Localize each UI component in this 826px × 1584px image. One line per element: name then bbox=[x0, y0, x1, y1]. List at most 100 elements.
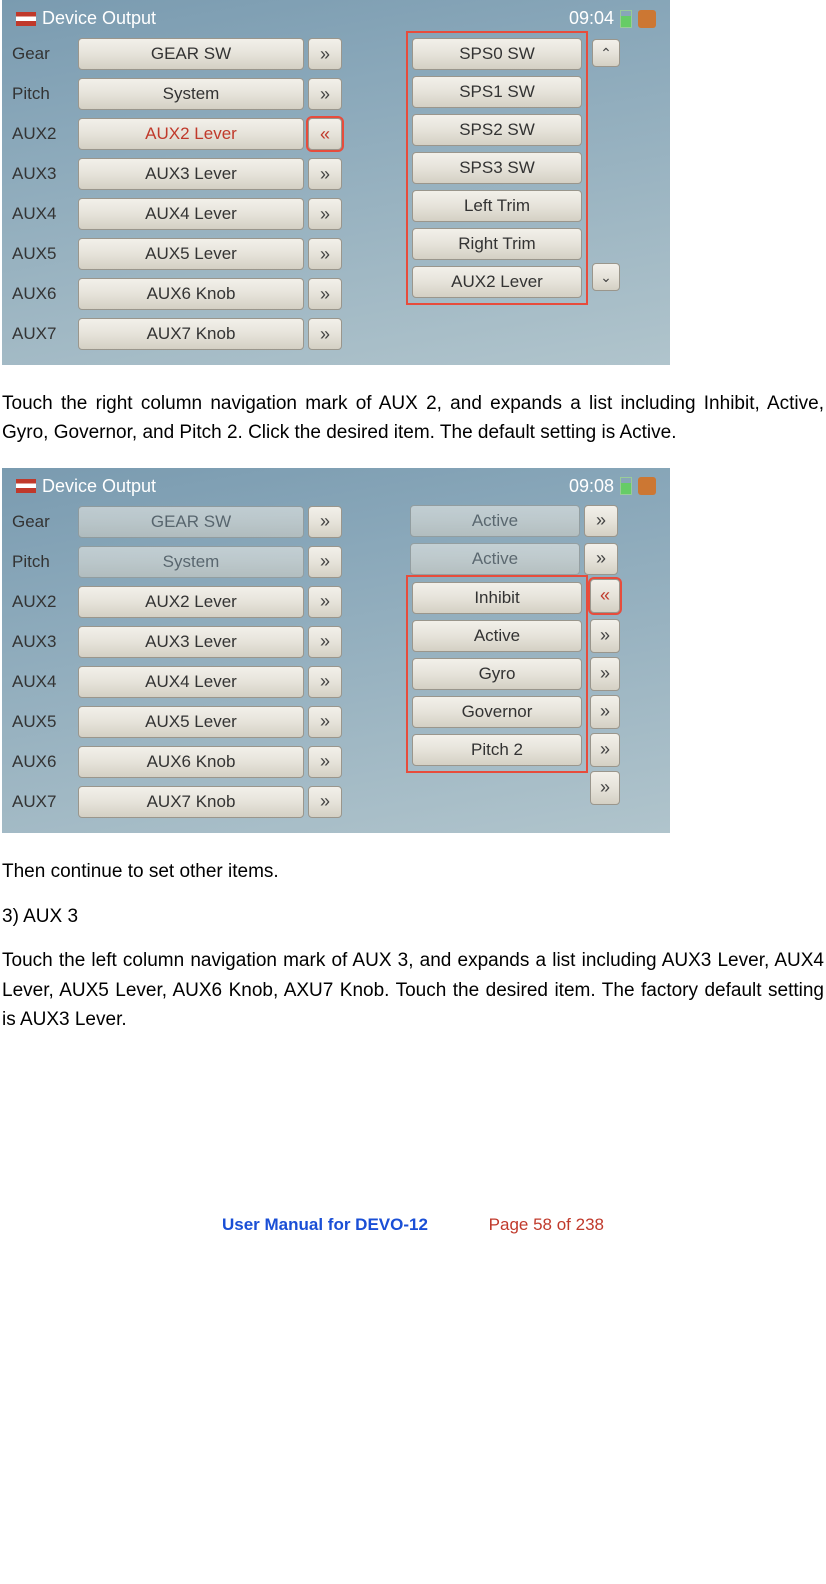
channel-button[interactable]: System bbox=[78, 78, 304, 110]
footer-page: Page 58 of 238 bbox=[489, 1215, 604, 1234]
nav-expand-icon[interactable]: » bbox=[590, 733, 620, 767]
nav-expand-icon[interactable]: » bbox=[308, 546, 342, 578]
nav-expand-icon[interactable]: » bbox=[308, 786, 342, 818]
channel-label: AUX5 bbox=[12, 244, 78, 264]
nav-expand-icon[interactable]: » bbox=[308, 626, 342, 658]
nav-expand-icon[interactable]: » bbox=[584, 543, 618, 575]
channel-label: Gear bbox=[12, 512, 78, 532]
page-footer: User Manual for DEVO-12 Page 58 of 238 bbox=[0, 1215, 826, 1235]
channel-button[interactable]: AUX3 Lever bbox=[78, 626, 304, 658]
screen-title: Device Output bbox=[42, 476, 156, 497]
channel-button[interactable]: System bbox=[78, 546, 304, 578]
exit-icon[interactable] bbox=[638, 477, 656, 495]
channel-row: GearGEAR SW» bbox=[12, 503, 342, 541]
popup-option[interactable]: SPS2 SW bbox=[412, 114, 582, 146]
popup-option[interactable]: AUX2 Lever bbox=[412, 266, 582, 298]
screen-header: Device Output 09:08 bbox=[12, 474, 660, 503]
right-column-popup: SPS0 SW SPS1 SW SPS2 SW SPS3 SW Left Trim Rig… bbox=[410, 35, 584, 301]
nav-expand-icon[interactable]: » bbox=[590, 695, 620, 729]
value-button[interactable]: Active bbox=[410, 505, 580, 537]
nav-expand-icon[interactable]: « bbox=[308, 118, 342, 150]
channel-label: AUX5 bbox=[12, 712, 78, 732]
popup-option[interactable]: SPS3 SW bbox=[412, 152, 582, 184]
channel-row: AUX5AUX5 Lever» bbox=[12, 235, 342, 273]
scroll-up-icon[interactable]: ⌃ bbox=[592, 39, 620, 67]
nav-expand-icon[interactable]: » bbox=[308, 38, 342, 70]
right-column-popup: Inhibit Active Gyro Governor Pitch 2 bbox=[410, 579, 584, 769]
nav-expand-icon[interactable]: » bbox=[590, 657, 620, 691]
paragraph-2: Then continue to set other items. bbox=[2, 857, 824, 886]
channel-label: AUX2 bbox=[12, 124, 78, 144]
channel-row: AUX3AUX3 Lever» bbox=[12, 155, 342, 193]
channel-label: AUX4 bbox=[12, 672, 78, 692]
popup-option[interactable]: Governor bbox=[412, 696, 582, 728]
nav-expand-icon[interactable]: » bbox=[308, 158, 342, 190]
nav-expand-icon[interactable]: » bbox=[308, 666, 342, 698]
channel-row: PitchSystem» bbox=[12, 75, 342, 113]
nav-expand-icon[interactable]: » bbox=[308, 706, 342, 738]
left-column: GearGEAR SW»PitchSystem»AUX2AUX2 Lever»A… bbox=[12, 503, 342, 823]
nav-collapse-icon[interactable]: « bbox=[590, 579, 620, 613]
channel-button[interactable]: AUX7 Knob bbox=[78, 318, 304, 350]
screen-header: Device Output 09:04 bbox=[12, 6, 660, 35]
channel-button[interactable]: AUX7 Knob bbox=[78, 786, 304, 818]
channel-row: AUX5AUX5 Lever» bbox=[12, 703, 342, 741]
popup-option[interactable]: Active bbox=[412, 620, 582, 652]
paragraph-1: Touch the right column navigation mark o… bbox=[2, 389, 824, 448]
channel-label: AUX6 bbox=[12, 284, 78, 304]
channel-label: Gear bbox=[12, 44, 78, 64]
channel-button[interactable]: GEAR SW bbox=[78, 38, 304, 70]
channel-row: PitchSystem» bbox=[12, 543, 342, 581]
screenshot-2: Device Output 09:08 GearGEAR SW»PitchSys… bbox=[2, 468, 670, 833]
nav-expand-icon[interactable]: » bbox=[308, 746, 342, 778]
paragraph-3: Touch the left column navigation mark of… bbox=[2, 946, 824, 1034]
channel-row: AUX2AUX2 Lever« bbox=[12, 115, 342, 153]
channel-label: AUX2 bbox=[12, 592, 78, 612]
flag-icon bbox=[16, 12, 36, 26]
channel-button[interactable]: AUX4 Lever bbox=[78, 198, 304, 230]
nav-expand-icon[interactable]: » bbox=[584, 505, 618, 537]
channel-button[interactable]: AUX6 Knob bbox=[78, 746, 304, 778]
channel-button[interactable]: GEAR SW bbox=[78, 506, 304, 538]
exit-icon[interactable] bbox=[638, 10, 656, 28]
channel-row: GearGEAR SW» bbox=[12, 35, 342, 73]
value-button[interactable]: Active bbox=[410, 543, 580, 575]
nav-expand-icon[interactable]: » bbox=[308, 198, 342, 230]
channel-button[interactable]: AUX6 Knob bbox=[78, 278, 304, 310]
nav-expand-icon[interactable]: » bbox=[590, 771, 620, 805]
channel-row: AUX7AUX7 Knob» bbox=[12, 783, 342, 821]
popup-option[interactable]: Gyro bbox=[412, 658, 582, 690]
popup-option[interactable]: SPS1 SW bbox=[412, 76, 582, 108]
footer-manual: User Manual for DEVO-12 bbox=[222, 1215, 428, 1234]
nav-expand-icon[interactable]: » bbox=[308, 506, 342, 538]
scroll-down-icon[interactable]: ⌄ bbox=[592, 263, 620, 291]
channel-label: AUX7 bbox=[12, 324, 78, 344]
channel-row: AUX4AUX4 Lever» bbox=[12, 663, 342, 701]
nav-expand-icon[interactable]: » bbox=[308, 586, 342, 618]
clock-text: 09:04 bbox=[569, 8, 614, 29]
channel-button[interactable]: AUX3 Lever bbox=[78, 158, 304, 190]
channel-button[interactable]: AUX2 Lever bbox=[78, 586, 304, 618]
popup-option[interactable]: Pitch 2 bbox=[412, 734, 582, 766]
channel-label: AUX4 bbox=[12, 204, 78, 224]
nav-expand-icon[interactable]: » bbox=[308, 238, 342, 270]
channel-button[interactable]: AUX5 Lever bbox=[78, 238, 304, 270]
nav-expand-icon[interactable]: » bbox=[308, 78, 342, 110]
popup-option[interactable]: SPS0 SW bbox=[412, 38, 582, 70]
popup-option[interactable]: Inhibit bbox=[412, 582, 582, 614]
channel-button[interactable]: AUX5 Lever bbox=[78, 706, 304, 738]
channel-label: AUX7 bbox=[12, 792, 78, 812]
channel-label: Pitch bbox=[12, 552, 78, 572]
channel-row: AUX7AUX7 Knob» bbox=[12, 315, 342, 353]
channel-row: AUX6AUX6 Knob» bbox=[12, 275, 342, 313]
nav-expand-icon[interactable]: » bbox=[308, 278, 342, 310]
popup-option[interactable]: Left Trim bbox=[412, 190, 582, 222]
popup-option[interactable]: Right Trim bbox=[412, 228, 582, 260]
nav-expand-icon[interactable]: » bbox=[308, 318, 342, 350]
channel-label: Pitch bbox=[12, 84, 78, 104]
channel-label: AUX6 bbox=[12, 752, 78, 772]
nav-expand-icon[interactable]: » bbox=[590, 619, 620, 653]
channel-button[interactable]: AUX4 Lever bbox=[78, 666, 304, 698]
channel-row: AUX3AUX3 Lever» bbox=[12, 623, 342, 661]
channel-button[interactable]: AUX2 Lever bbox=[78, 118, 304, 150]
